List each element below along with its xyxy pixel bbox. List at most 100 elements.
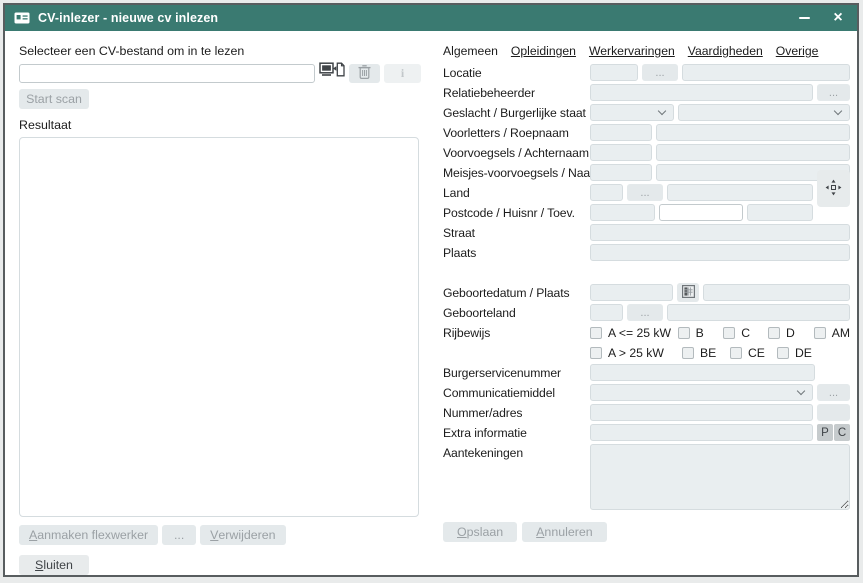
relatiebeheerder-input[interactable] (590, 84, 813, 101)
huisnr-input[interactable] (659, 204, 743, 221)
verwijderen-button[interactable]: Verwijderen (200, 525, 285, 545)
land-code-input[interactable] (590, 184, 623, 201)
checkbox-a-lte-25kw[interactable]: A <= 25 kW (590, 326, 678, 340)
toevoeging-input[interactable] (747, 204, 813, 221)
extra-informatie-p-button[interactable]: P (817, 424, 833, 441)
geboortedatum-calendar-button[interactable] (677, 283, 699, 302)
land-lookup-button[interactable]: ... (627, 184, 663, 201)
checkbox-de[interactable]: DE (777, 346, 825, 360)
right-panel: Algemeen Opleidingen Werkervaringen Vaar… (443, 44, 850, 542)
field-row-geslacht: Geslacht / Burgerlijke staat (443, 104, 850, 121)
geboorteland-code-input[interactable] (590, 304, 623, 321)
spacer (443, 264, 850, 284)
field-row-land: Land ... (443, 184, 850, 201)
nummer-adres-input[interactable] (590, 404, 813, 421)
field-label-land: Land (443, 186, 590, 200)
tab-bar: Algemeen Opleidingen Werkervaringen Vaar… (443, 44, 850, 58)
checkbox-icon (777, 347, 789, 359)
field-label-plaats: Plaats (443, 246, 590, 260)
info-icon: i (401, 66, 404, 81)
close-button[interactable]: × (829, 9, 847, 27)
straat-input[interactable] (590, 224, 850, 241)
geboortedatum-input[interactable] (590, 284, 673, 301)
checkbox-ce[interactable]: CE (730, 346, 777, 360)
field-row-communicatiemiddel: Communicatiemiddel ... (443, 384, 850, 401)
browse-file-button[interactable] (319, 63, 345, 83)
field-row-extra-informatie: Extra informatie P C (443, 424, 850, 441)
burgerlijke-staat-select[interactable] (678, 104, 850, 121)
locatie-code-input[interactable] (590, 64, 638, 81)
checkbox-icon (814, 327, 826, 339)
bsn-input[interactable] (590, 364, 815, 381)
aantekeningen-textarea[interactable] (590, 444, 850, 510)
checkbox-b[interactable]: B (678, 326, 724, 340)
field-label-geboorteland: Geboorteland (443, 306, 590, 320)
delete-file-button[interactable] (349, 64, 380, 83)
tab-werkervaringen[interactable]: Werkervaringen (589, 44, 675, 58)
field-row-rijbewijs-2: A > 25 kW BE CE DE (443, 344, 850, 361)
locatie-lookup-button[interactable]: ... (642, 64, 678, 81)
plaats-input[interactable] (590, 244, 850, 261)
tab-algemeen[interactable]: Algemeen (443, 44, 498, 58)
field-label-nummer-adres: Nummer/adres (443, 406, 590, 420)
opslaan-button[interactable]: Opslaan (443, 522, 517, 542)
tab-overige[interactable]: Overige (776, 44, 819, 58)
checkbox-icon (590, 347, 602, 359)
tab-opleidingen[interactable]: Opleidingen (511, 44, 576, 58)
start-scan-button[interactable]: Start scan (19, 89, 89, 109)
left-panel: Selecteer een CV-bestand om in te lezen (19, 44, 421, 575)
field-row-postcode: Postcode / Huisnr / Toev. (443, 204, 850, 221)
checkbox-a-gt-25kw[interactable]: A > 25 kW (590, 346, 682, 360)
cv-file-input[interactable] (19, 64, 315, 83)
achternaam-input[interactable] (656, 144, 850, 161)
scan-result-area (19, 137, 419, 517)
trash-icon (358, 65, 371, 82)
monitor-document-icon (319, 62, 345, 84)
more-options-button[interactable]: ... (162, 525, 196, 545)
sluiten-button[interactable]: Sluiten (19, 555, 89, 575)
annuleren-button[interactable]: Annuleren (522, 522, 607, 542)
field-row-rijbewijs-1: Rijbewijs A <= 25 kW B C D AM (443, 324, 850, 341)
extra-informatie-input[interactable] (590, 424, 813, 441)
checkbox-c[interactable]: C (723, 326, 768, 340)
field-label-bsn: Burgerservicenummer (443, 366, 590, 380)
tab-vaardigheden[interactable]: Vaardigheden (688, 44, 763, 58)
checkbox-icon (678, 327, 690, 339)
geboorteland-name-input[interactable] (667, 304, 850, 321)
checkbox-d[interactable]: D (768, 326, 814, 340)
voorletters-input[interactable] (590, 124, 652, 141)
field-row-geboorteland: Geboorteland ... (443, 304, 850, 321)
titlebar: CV-inlezer - nieuwe cv inlezen × (5, 5, 857, 31)
geboorteland-lookup-button[interactable]: ... (627, 304, 663, 321)
relatiebeheerder-lookup-button[interactable]: ... (817, 84, 850, 101)
extra-informatie-c-button[interactable]: C (834, 424, 850, 441)
chevron-down-icon (834, 107, 842, 115)
field-row-aantekeningen: Aantekeningen (443, 444, 850, 513)
voorvoegsels-input[interactable] (590, 144, 652, 161)
postcode-input[interactable] (590, 204, 655, 221)
field-label-locatie: Locatie (443, 66, 590, 80)
checkbox-am[interactable]: AM (814, 326, 850, 340)
result-label: Resultaat (19, 118, 421, 132)
checkbox-be[interactable]: BE (682, 346, 730, 360)
geboorteplaats-input[interactable] (703, 284, 850, 301)
roepnaam-input[interactable] (656, 124, 850, 141)
communicatiemiddel-lookup-button[interactable]: ... (817, 384, 850, 401)
field-row-nummer-adres: Nummer/adres (443, 404, 850, 421)
file-info-button[interactable]: i (384, 64, 421, 83)
field-row-voorvoegsels: Voorvoegsels / Achternaam (443, 144, 850, 161)
field-label-geslacht: Geslacht / Burgerlijke staat (443, 106, 590, 120)
aanmaken-flexwerker-button[interactable]: Aanmaken flexwerker (19, 525, 158, 545)
locatie-name-input[interactable] (682, 64, 850, 81)
communicatiemiddel-select[interactable] (590, 384, 813, 401)
geslacht-select[interactable] (590, 104, 674, 121)
cv-inlezer-window: CV-inlezer - nieuwe cv inlezen × Selecte… (3, 3, 859, 577)
field-row-relatiebeheerder: Relatiebeheerder ... (443, 84, 850, 101)
minimize-icon (799, 17, 810, 19)
meisjes-voorvoegsels-input[interactable] (590, 164, 652, 181)
field-label-extra-informatie: Extra informatie (443, 426, 590, 440)
minimize-button[interactable] (795, 9, 813, 27)
move-address-button[interactable] (817, 170, 850, 207)
land-name-input[interactable] (667, 184, 813, 201)
nummer-adres-action-button[interactable] (817, 404, 850, 421)
